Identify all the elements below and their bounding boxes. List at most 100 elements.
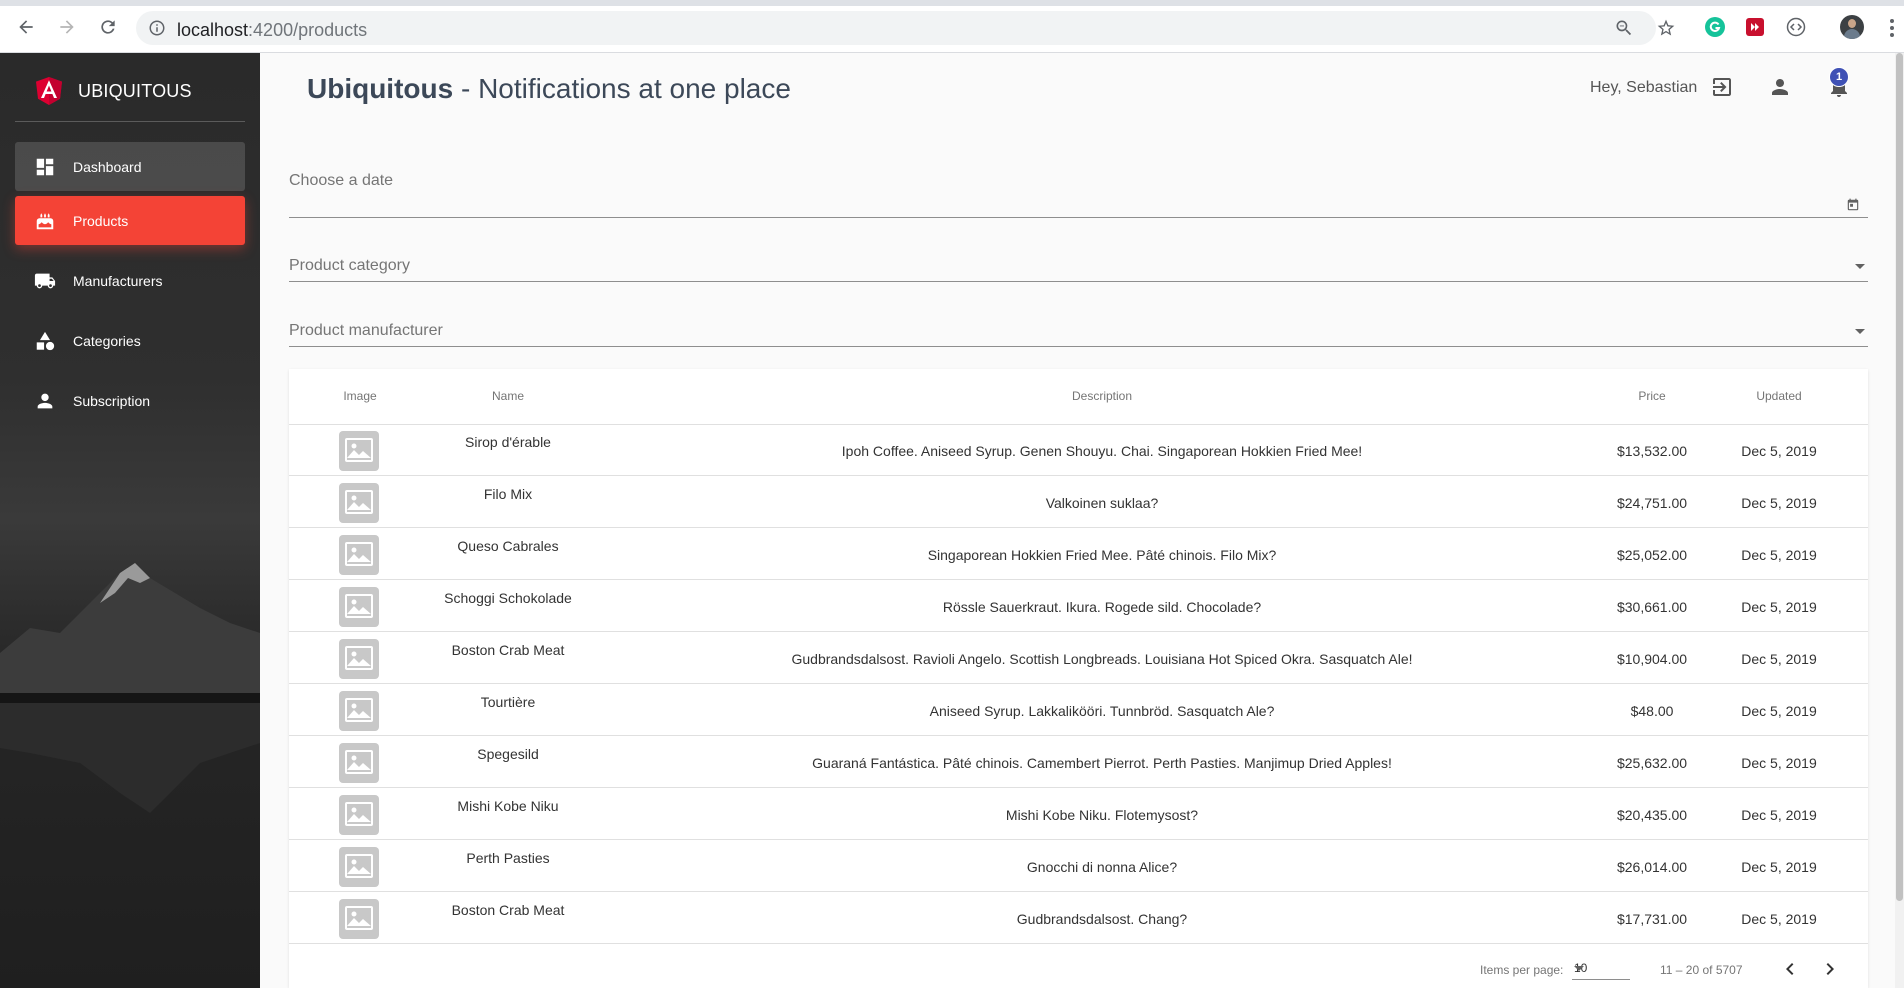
grammarly-extension-icon[interactable] (1705, 17, 1725, 37)
image-placeholder-icon (339, 743, 379, 783)
brand-name: UBIQUITOUS (78, 80, 192, 101)
category-select[interactable]: Product category (289, 245, 1868, 282)
sidebar-item-manufacturers[interactable]: Manufacturers (15, 256, 245, 305)
product-price: $17,731.00 (1616, 911, 1688, 927)
product-price: $20,435.00 (1616, 807, 1688, 823)
next-page-button[interactable] (1818, 957, 1842, 981)
video-extension-icon[interactable] (1745, 17, 1765, 37)
chevron-down-icon (1855, 264, 1865, 269)
code-extension-icon[interactable] (1786, 17, 1806, 37)
product-description: Guaraná Fantástica. Pâté chinois. Camemb… (812, 755, 1392, 771)
sidebar-item-subscription[interactable]: Subscription (15, 376, 245, 425)
image-placeholder-icon (339, 431, 379, 471)
product-updated: Dec 5, 2019 (1741, 755, 1817, 771)
product-name: Queso Cabrales (457, 538, 559, 554)
forward-button[interactable] (55, 15, 79, 39)
product-updated: Dec 5, 2019 (1741, 651, 1817, 667)
chevron-left-icon (1786, 963, 1794, 975)
product-name: Perth Pasties (466, 850, 550, 866)
product-updated: Dec 5, 2019 (1741, 495, 1817, 511)
manufacturer-select-label: Product manufacturer (289, 322, 443, 339)
product-name: Boston Crab Meat (451, 902, 565, 918)
tab-strip (0, 0, 1904, 6)
profile-button[interactable] (1768, 75, 1792, 99)
sidebar-item-categories[interactable]: Categories (15, 316, 245, 365)
table-row[interactable]: Tourtière Aniseed Syrup. Lakkalikööri. Tu… (289, 685, 1868, 736)
url-text: localhost:4200/products (177, 20, 367, 41)
chevron-down-icon (1574, 966, 1584, 971)
table-row[interactable]: Mishi Kobe Niku Mishi Kobe Niku. Flotemys… (289, 789, 1868, 840)
bookmark-star-icon[interactable] (1656, 18, 1676, 38)
reload-button[interactable] (96, 15, 120, 39)
zoom-icon[interactable] (1614, 18, 1634, 38)
page-scrollbar[interactable] (1895, 53, 1904, 988)
product-name: Sirop d'érable (465, 434, 551, 450)
image-placeholder-icon (339, 847, 379, 887)
product-description: Singaporean Hokkien Fried Mee. Pâté chin… (927, 547, 1277, 563)
product-description: Mishi Kobe Niku. Flotemysost? (1005, 807, 1199, 823)
paginator: Items per page: 10 11 – 20 of 5707 (289, 950, 1868, 988)
column-header-updated[interactable]: Updated (1756, 389, 1801, 403)
arrow-right-icon (60, 20, 74, 34)
column-header-image[interactable]: Image (343, 389, 376, 403)
address-bar[interactable]: localhost:4200/products (136, 11, 1656, 45)
date-field[interactable]: Choose a date (289, 169, 1868, 218)
back-button[interactable] (14, 15, 38, 39)
scrollbar-thumb[interactable] (1896, 53, 1903, 901)
sidebar-item-dashboard[interactable]: Dashboard (15, 142, 245, 191)
person-icon (34, 390, 56, 412)
previous-page-button[interactable] (1778, 957, 1802, 981)
person-icon (1772, 79, 1788, 95)
angular-logo-icon (36, 77, 62, 105)
table-row[interactable]: Sirop d'érable Ipoh Coffee. Aniseed Syrup… (289, 425, 1868, 476)
column-header-name[interactable]: Name (492, 389, 524, 403)
menu-icon[interactable] (1890, 19, 1894, 40)
sidebar-background-image (0, 563, 260, 813)
shapes-icon (34, 330, 56, 352)
column-header-price[interactable]: Price (1638, 389, 1665, 403)
product-name: Filo Mix (483, 486, 533, 502)
products-table: Image Name Description Price Updated Sir… (289, 369, 1868, 988)
page-range: 11 – 20 of 5707 (1660, 963, 1743, 977)
table-row[interactable]: Boston Crab Meat Gudbrandsdalsost. Raviol… (289, 633, 1868, 684)
calendar-icon[interactable] (1846, 198, 1860, 212)
product-price: $48.00 (1630, 703, 1674, 719)
page-title-subtitle: - Notifications at one place (453, 73, 791, 104)
product-updated: Dec 5, 2019 (1741, 911, 1817, 927)
sidebar-item-label: Subscription (73, 392, 151, 409)
table-row[interactable]: Schoggi Schokolade Rössle Sauerkraut. Iku… (289, 581, 1868, 632)
image-placeholder-icon (339, 483, 379, 523)
sidebar: UBIQUITOUS Dashboard Products Manufactur… (0, 53, 260, 988)
product-name: Boston Crab Meat (451, 642, 565, 658)
profile-avatar[interactable] (1840, 15, 1864, 39)
image-placeholder-icon (339, 795, 379, 835)
table-row[interactable]: Boston Crab Meat Gudbrandsdalsost. Chang?… (289, 893, 1868, 944)
table-row[interactable]: Spegesild Guaraná Fantástica. Pâté chinoi… (289, 737, 1868, 788)
logout-button[interactable] (1710, 75, 1734, 99)
user-greeting: Hey, Sebastian (1590, 79, 1698, 96)
table-row[interactable]: Filo Mix Valkoinen suklaa? $24,751.00 Dec 5… (289, 477, 1868, 528)
product-updated: Dec 5, 2019 (1741, 859, 1817, 875)
image-placeholder-icon (339, 639, 379, 679)
url-path: :4200/products (248, 20, 368, 40)
page-size-select[interactable]: 10 (1572, 960, 1630, 980)
product-updated: Dec 5, 2019 (1741, 443, 1817, 459)
main-content: Ubiquitous - Notifications at one place … (260, 53, 1904, 988)
image-placeholder-icon (339, 587, 379, 627)
product-price: $25,052.00 (1616, 547, 1688, 563)
column-header-description[interactable]: Description (1072, 389, 1132, 403)
chevron-right-icon (1826, 963, 1834, 975)
browser-toolbar: localhost:4200/products (0, 0, 1904, 53)
manufacturer-select[interactable]: Product manufacturer (289, 310, 1868, 347)
product-price: $13,532.00 (1616, 443, 1688, 459)
brand[interactable]: UBIQUITOUS (36, 73, 192, 109)
table-row[interactable]: Queso Cabrales Singaporean Hokkien Fried … (289, 529, 1868, 580)
info-icon[interactable] (148, 19, 166, 37)
image-placeholder-icon (339, 535, 379, 575)
product-price: $30,661.00 (1616, 599, 1688, 615)
table-row[interactable]: Perth Pasties Gnocchi di nonna Alice? $26,… (289, 841, 1868, 892)
product-description: Gudbrandsdalsost. Ravioli Angelo. Scotti… (791, 651, 1413, 667)
sidebar-item-label: Products (73, 212, 129, 229)
category-select-label: Product category (289, 257, 410, 274)
sidebar-item-products[interactable]: Products (15, 196, 245, 245)
